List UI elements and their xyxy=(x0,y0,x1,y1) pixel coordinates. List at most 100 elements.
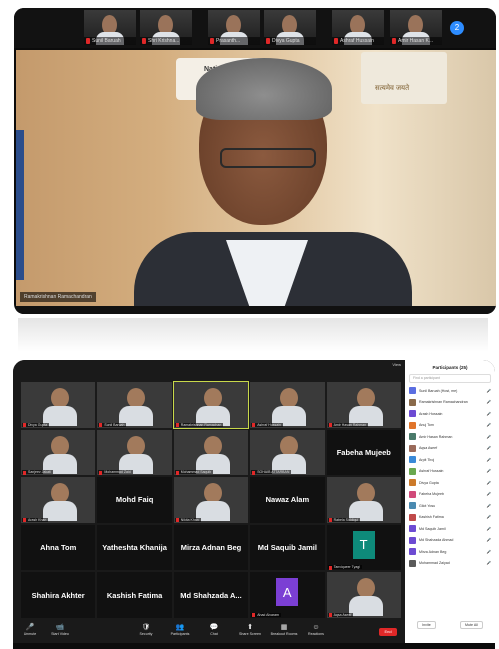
gallery-thumb[interactable]: Prasanth... xyxy=(208,10,260,45)
participant-tile[interactable]: Ahna Tom xyxy=(21,524,96,571)
participant-row-name: Arpit Tiroj xyxy=(419,457,435,462)
muted-mic-icon: 🎤 xyxy=(486,434,491,439)
participant-tile[interactable]: Md Shahzada A... xyxy=(173,572,249,618)
participant-tile[interactable]: Ramakrishnan Ramachan xyxy=(172,381,250,429)
participant-tile[interactable]: Nikita Khan xyxy=(173,477,249,523)
participant-body xyxy=(348,596,383,617)
participants-icon: 👥 xyxy=(175,624,185,631)
participant-row-name: Sunil Baruah (Host, me) xyxy=(419,388,458,393)
participant-tile[interactable]: Divya Gupta xyxy=(21,382,96,428)
gallery-thumb[interactable]: Shri Krishna... xyxy=(140,10,192,45)
end-meeting-button[interactable]: End xyxy=(379,628,397,636)
participant-row[interactable]: Mirza Adnan Beg 🎤 xyxy=(405,546,495,558)
participant-tile[interactable]: Kashish Fatima xyxy=(97,572,172,618)
mute-all-button[interactable]: Mute All xyxy=(460,621,483,629)
view-button[interactable]: View xyxy=(392,362,401,367)
participant-tile[interactable]: Fabeha Mujeeb xyxy=(326,429,401,476)
participant-name: Md Saquib Jamil xyxy=(257,543,317,553)
participant-name: Md Shahzada A... xyxy=(180,590,242,600)
participant-tile[interactable]: Nawaz Alam xyxy=(250,477,325,523)
participant-row[interactable]: Fabeha Mujeeb 🎤 xyxy=(405,489,495,501)
gallery-thumb[interactable]: Amir Hasan K... xyxy=(390,10,442,45)
reactions-icon: ☺ xyxy=(312,624,320,631)
participant-row[interactable]: Kashish Fatima 🎤 xyxy=(405,512,495,524)
unmute-button[interactable]: 🎤 Unmute xyxy=(15,623,45,636)
breakout-rooms-button[interactable]: ▦ Breakout Rooms xyxy=(269,623,299,636)
emblem-sign: सत्यमेव जयते xyxy=(361,52,447,104)
participant-row[interactable]: Sunil Baruah (Host, me) 🎤 xyxy=(405,385,495,397)
participant-face xyxy=(51,483,69,504)
participant-tile[interactable]: Amir Hasan Rahman xyxy=(326,382,401,428)
participant-name: Mohd Faiq xyxy=(115,495,154,505)
participants-button[interactable]: 👥 Participants xyxy=(165,623,195,636)
participant-caption: Amir Hasan Rahman xyxy=(327,422,369,428)
gallery-thumb[interactable]: Sunil Baruah xyxy=(84,10,136,45)
participant-caption: Aqsa Aseef xyxy=(327,612,354,618)
avatar xyxy=(409,525,416,533)
gallery-thumb[interactable]: Ashraf Hussain xyxy=(332,10,384,45)
start-video-icon: 📹 xyxy=(55,624,65,631)
participant-row[interactable]: Mohammad Zaiyad 🎤 xyxy=(405,558,495,570)
share-screen-button[interactable]: ⬆ Share Screen xyxy=(235,623,265,636)
participant-tile[interactable]: Mohammad Saquib xyxy=(173,429,249,476)
participant-row-name: Ashraf Hussain xyxy=(419,469,444,474)
muted-mic-icon: 🎤 xyxy=(486,423,491,428)
invite-button[interactable]: Invite xyxy=(417,621,436,629)
participant-tile[interactable]: Sunil Baruah xyxy=(97,382,172,428)
gallery-thumb[interactable]: Divya Gupta xyxy=(264,10,316,45)
participant-tile[interactable]: Shahira Akhter xyxy=(21,572,96,618)
participant-caption: Sunil Baruah xyxy=(98,422,127,428)
participant-tile[interactable]: Aqsa Aseef xyxy=(326,572,401,618)
start-video-button[interactable]: 📹 Start Video xyxy=(45,623,75,636)
participant-search-input[interactable]: Find a participant xyxy=(409,374,491,383)
participant-tile[interactable]: SOHAIB ATTARBAN xyxy=(250,429,325,476)
participant-tile[interactable]: A Ahad Alvaram xyxy=(250,572,325,618)
participant-row[interactable]: Arash Hossain 🎤 xyxy=(405,408,495,420)
participant-caption: Ramakrishnan Ramachan xyxy=(174,422,224,428)
avatar xyxy=(409,490,416,498)
gallery-thumb-name: Ashraf Hussain xyxy=(340,38,374,44)
reactions-button[interactable]: ☺ Reactions xyxy=(301,623,331,636)
participant-tile[interactable]: Sanjeev Jakati xyxy=(21,429,96,476)
toolbar-label: Share Screen xyxy=(239,632,261,636)
participant-row[interactable]: Gilot Yosu 🎤 xyxy=(405,500,495,512)
next-page-button[interactable]: 2 xyxy=(450,21,464,35)
avatar xyxy=(409,502,416,510)
participant-row[interactable]: Ramakrishnan Ramachandran 🎤 xyxy=(405,397,495,409)
toolbar-label: Start Video xyxy=(51,632,69,636)
security-button[interactable]: 🛡 Security xyxy=(131,623,161,636)
participant-tile[interactable]: Mohammad Zaid xyxy=(97,429,172,476)
participant-row[interactable]: Md Shahzada Ahmad 🎤 xyxy=(405,535,495,547)
participant-row[interactable]: Divya Gupta 🎤 xyxy=(405,477,495,489)
participant-row[interactable]: Aqsa Aseef 🎤 xyxy=(405,443,495,455)
avatar xyxy=(409,536,416,544)
speaker-hair xyxy=(196,58,332,120)
participant-face xyxy=(280,388,299,408)
participant-row[interactable]: Md Saquib Jamil 🎤 xyxy=(405,523,495,535)
participant-row-name: Amir Hasan Rahman xyxy=(419,434,453,439)
toolbar-label: Unmute xyxy=(23,632,37,636)
participant-tile[interactable]: Md Saquib Jamil xyxy=(250,524,325,571)
participant-row[interactable]: Ashraf Hussain 🎤 xyxy=(405,466,495,478)
avatar xyxy=(409,456,416,464)
participant-tile[interactable]: Mohd Faiq xyxy=(97,477,172,523)
participant-row[interactable]: Anuj Tom 🎤 xyxy=(405,420,495,432)
windows-taskbar xyxy=(16,306,496,314)
toolbar-label: Breakout Rooms xyxy=(270,632,298,636)
chat-button[interactable]: 💬 Chat xyxy=(199,623,229,636)
participant-tile[interactable]: Arash Khan xyxy=(21,477,96,523)
participants-title: Participants (25) xyxy=(432,365,468,370)
participant-row[interactable]: Arpit Tiroj 🎤 xyxy=(405,454,495,466)
participant-caption: SOHAIB ATTARBAN xyxy=(251,470,292,475)
participant-tile[interactable]: Ashraf Hussain xyxy=(250,382,325,428)
participant-tile[interactable]: Yatheshta Khanija xyxy=(97,524,172,571)
participant-tile[interactable]: Rabela Siddiqui xyxy=(326,477,401,523)
muted-mic-icon: 🎤 xyxy=(486,400,491,405)
muted-mic-icon: 🎤 xyxy=(486,446,491,451)
participant-row[interactable]: Amir Hasan Rahman 🎤 xyxy=(405,431,495,443)
muted-mic-icon: 🎤 xyxy=(486,480,491,485)
participant-list: Sunil Baruah (Host, me) 🎤 Ramakrishnan Ram… xyxy=(405,385,495,569)
participant-caption: Ashraf Hussain xyxy=(251,422,283,428)
participant-tile[interactable]: T Tanviqueer Tyagi xyxy=(326,524,401,571)
participant-tile[interactable]: Mirza Adnan Beg xyxy=(173,524,249,571)
